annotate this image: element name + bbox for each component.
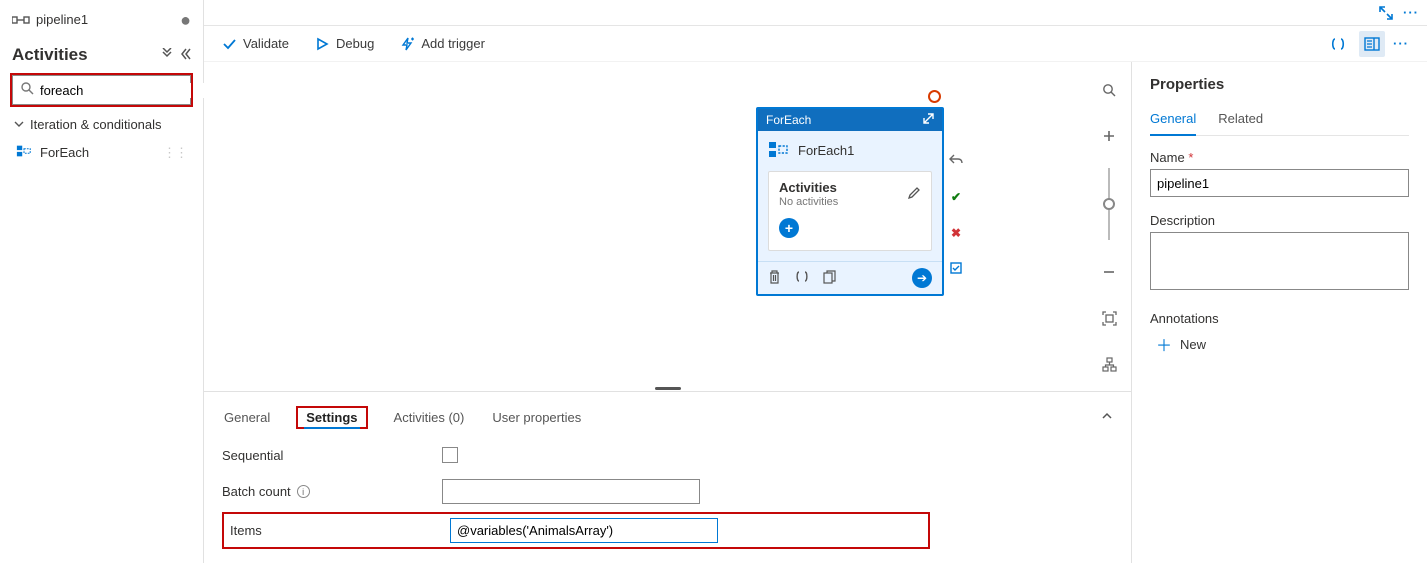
- zoom-out-icon[interactable]: [1095, 258, 1123, 286]
- tab-general[interactable]: General: [222, 406, 272, 429]
- activities-header: Activities: [12, 37, 191, 75]
- collapse-all-icon[interactable]: [161, 48, 173, 63]
- sequential-label: Sequential: [222, 448, 432, 463]
- code-view-button[interactable]: [1325, 31, 1351, 57]
- settings-tabs: General Settings Activities (0) User pro…: [222, 400, 1113, 439]
- foreach-node-icon: [768, 141, 788, 159]
- zoom-in-icon[interactable]: [1095, 122, 1123, 150]
- node-code-icon[interactable]: [795, 270, 809, 286]
- search-icon: [21, 82, 34, 98]
- canvas-zoom-rail: ↙: [1095, 76, 1123, 378]
- properties-toggle-button[interactable]: [1359, 31, 1385, 57]
- activity-item-label: ForEach: [40, 145, 89, 160]
- tab-activities[interactable]: Activities (0): [392, 406, 467, 429]
- validate-label: Validate: [243, 36, 289, 51]
- node-activities-box[interactable]: Activities No activities +: [768, 171, 932, 251]
- pipeline-tab[interactable]: pipeline1 ●: [12, 8, 191, 37]
- node-header[interactable]: ForEach: [758, 109, 942, 131]
- zoom-slider[interactable]: [1108, 168, 1110, 240]
- annotation-circle: [928, 90, 941, 103]
- edit-activities-icon[interactable]: [907, 186, 921, 203]
- new-annotation-label: New: [1180, 337, 1206, 352]
- expand-icon[interactable]: [1379, 6, 1393, 20]
- add-annotation-button[interactable]: ＋ New: [1150, 332, 1409, 356]
- activity-search-input[interactable]: [40, 83, 216, 98]
- name-field-label: Name *: [1150, 150, 1409, 165]
- activity-item-foreach[interactable]: ForEach ⋮⋮: [12, 138, 191, 167]
- batch-count-text: Batch count: [222, 484, 291, 499]
- required-asterisk: *: [1188, 150, 1193, 165]
- node-collapse-icon[interactable]: [923, 113, 934, 127]
- completion-connector-icon[interactable]: [950, 262, 962, 277]
- canvas-column: ForEach ForEach1 Activ: [204, 62, 1131, 563]
- node-connector-icons: ✔ ✖: [949, 154, 963, 277]
- items-row: Items: [222, 512, 930, 549]
- validate-button[interactable]: Validate: [222, 36, 289, 51]
- drag-handle-icon[interactable]: ⋮⋮: [163, 145, 187, 161]
- fail-connector-icon[interactable]: ✖: [951, 226, 961, 240]
- batch-count-row: Batch count i: [222, 471, 1113, 512]
- toolbar-more-icon[interactable]: ···: [1393, 36, 1409, 51]
- props-tab-general[interactable]: General: [1150, 107, 1196, 136]
- node-name: ForEach1: [798, 143, 854, 158]
- sequential-checkbox[interactable]: [442, 447, 458, 463]
- info-icon[interactable]: i: [297, 485, 310, 498]
- foreach-activity-node[interactable]: ForEach ForEach1 Activ: [756, 107, 944, 296]
- layout-icon[interactable]: [1095, 350, 1123, 378]
- batch-count-input[interactable]: [442, 479, 700, 504]
- add-activity-button[interactable]: +: [779, 218, 799, 238]
- items-label: Items: [230, 523, 440, 538]
- activities-heading: Activities: [12, 45, 88, 65]
- debug-label: Debug: [336, 36, 374, 51]
- debug-button[interactable]: Debug: [315, 36, 374, 51]
- add-trigger-label: Add trigger: [421, 36, 485, 51]
- window-top-bar: ···: [204, 0, 1427, 26]
- zoom-slider-knob[interactable]: [1103, 198, 1115, 210]
- properties-panel: Properties General Related Name * Descri…: [1131, 62, 1427, 563]
- foreach-icon: [16, 144, 32, 161]
- activity-search[interactable]: [12, 75, 191, 105]
- pipeline-canvas[interactable]: ForEach ForEach1 Activ: [204, 62, 1131, 385]
- pipeline-toolbar: Validate Debug Add trigger ···: [204, 26, 1427, 62]
- activities-sidebar: pipeline1 ● Activities I: [0, 0, 204, 563]
- chevron-down-icon: [14, 117, 24, 132]
- add-trigger-button[interactable]: Add trigger: [400, 36, 485, 51]
- main-area: ··· Validate Debug Add trigger: [204, 0, 1427, 563]
- description-field-label: Description: [1150, 213, 1409, 228]
- pipeline-icon: [12, 13, 30, 27]
- delete-node-icon[interactable]: [768, 270, 781, 287]
- node-activities-title: Activities: [779, 180, 837, 195]
- node-action-bar: ➔: [758, 261, 942, 294]
- success-connector-icon[interactable]: ✔: [951, 190, 961, 204]
- undo-connector-icon[interactable]: [949, 154, 963, 168]
- category-iteration[interactable]: Iteration & conditionals: [12, 107, 191, 138]
- plus-icon: ＋: [1156, 332, 1172, 356]
- pipeline-name-input[interactable]: [1150, 169, 1409, 197]
- properties-tabs: General Related: [1150, 107, 1409, 136]
- category-label: Iteration & conditionals: [30, 117, 162, 132]
- node-activities-sub: No activities: [779, 196, 838, 208]
- sequential-row: Sequential: [222, 439, 1113, 471]
- node-title-row: ForEach1: [758, 131, 942, 165]
- fit-screen-icon[interactable]: [1095, 304, 1123, 332]
- panel-collapse-icon[interactable]: [1101, 410, 1113, 425]
- tab-settings-highlight: Settings: [296, 406, 367, 429]
- properties-title: Properties: [1150, 76, 1409, 93]
- name-label-text: Name: [1150, 150, 1185, 165]
- batch-count-label: Batch count i: [222, 484, 432, 499]
- description-input[interactable]: [1150, 232, 1409, 290]
- pipeline-tab-title: pipeline1: [36, 12, 88, 27]
- settings-panel: General Settings Activities (0) User pro…: [204, 391, 1131, 563]
- clone-node-icon[interactable]: [823, 270, 837, 287]
- open-node-icon[interactable]: ➔: [912, 268, 932, 288]
- items-input[interactable]: [450, 518, 718, 543]
- more-icon[interactable]: ···: [1403, 5, 1419, 20]
- tab-user-properties[interactable]: User properties: [490, 406, 583, 429]
- node-type-label: ForEach: [766, 113, 811, 127]
- annotations-field-label: Annotations: [1150, 311, 1409, 326]
- collapse-panel-icon[interactable]: [179, 48, 191, 63]
- canvas-search-icon[interactable]: [1095, 76, 1123, 104]
- tab-settings[interactable]: Settings: [304, 406, 359, 429]
- props-tab-related[interactable]: Related: [1218, 107, 1263, 135]
